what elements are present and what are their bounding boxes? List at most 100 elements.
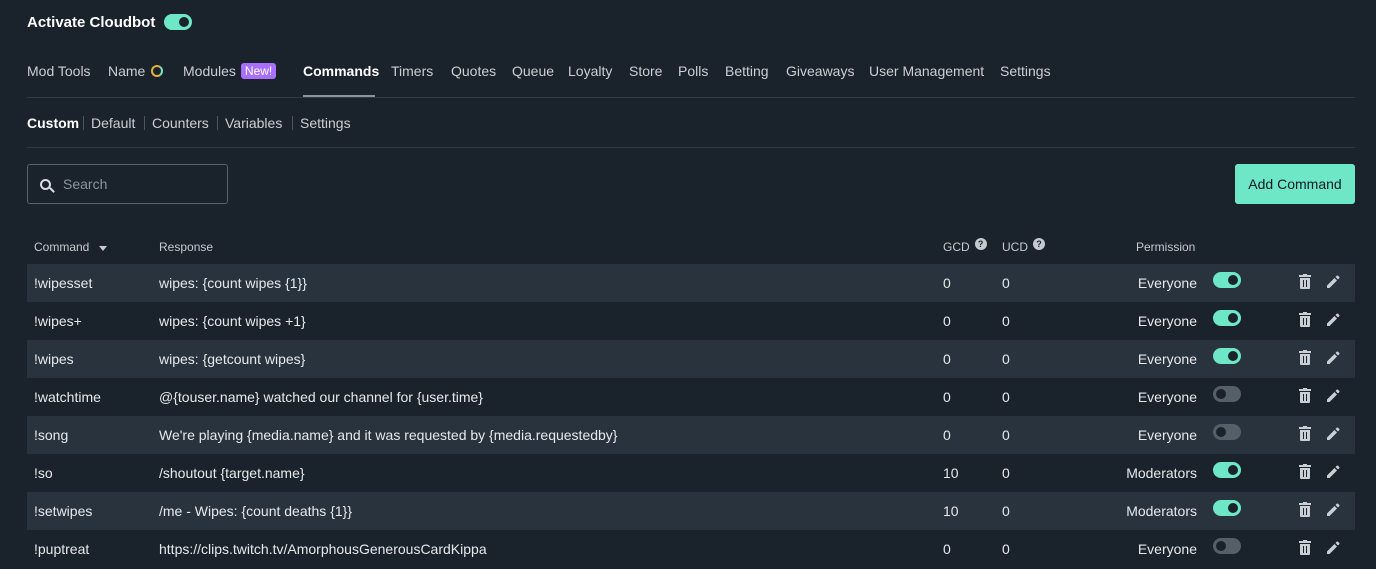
help-icon[interactable]: ? xyxy=(974,238,987,250)
toggle-knob xyxy=(179,17,190,27)
delete-button[interactable] xyxy=(1298,350,1312,366)
command-enabled-toggle[interactable] xyxy=(1213,310,1241,329)
subtab-settings[interactable]: Settings xyxy=(300,115,351,131)
edit-button[interactable] xyxy=(1325,274,1341,290)
command-gcd: 0 xyxy=(943,351,951,367)
command-enabled-toggle[interactable] xyxy=(1213,500,1241,519)
pencil-icon xyxy=(1327,541,1340,554)
pencil-icon xyxy=(1327,275,1340,288)
pencil-icon xyxy=(1327,427,1340,440)
delete-button[interactable] xyxy=(1298,388,1312,404)
table-header: Command Response GCD? UCD? Permission xyxy=(27,236,1355,262)
table-row: !watchtime @{touser.name} watched our ch… xyxy=(27,378,1355,416)
delete-button[interactable] xyxy=(1298,540,1312,556)
edit-button[interactable] xyxy=(1325,312,1341,328)
table-row: !wipesset wipes: {count wipes {1}} 0 0 E… xyxy=(27,264,1355,302)
trash-icon xyxy=(1298,502,1312,518)
tab-giveaways[interactable]: Giveaways xyxy=(786,63,854,79)
toggle-knob xyxy=(1228,351,1238,361)
tab-settings[interactable]: Settings xyxy=(1000,63,1051,79)
tab-label: Loyalty xyxy=(568,63,613,79)
divider xyxy=(292,116,293,130)
trash-icon xyxy=(1298,274,1312,290)
table-row: !puptreat https://clips.twitch.tv/Amorph… xyxy=(27,530,1355,568)
delete-button[interactable] xyxy=(1298,312,1312,328)
command-enabled-toggle[interactable] xyxy=(1213,462,1241,481)
command-enabled-toggle[interactable] xyxy=(1213,348,1241,367)
table-row: !song We're playing {media.name} and it … xyxy=(27,416,1355,454)
edit-button[interactable] xyxy=(1325,502,1341,518)
command-permission: Moderators xyxy=(1126,503,1197,519)
header-ucd: UCD? xyxy=(1002,238,1045,254)
delete-button[interactable] xyxy=(1298,464,1312,480)
toggle-knob xyxy=(1216,427,1226,437)
edit-button[interactable] xyxy=(1325,350,1341,366)
command-response: https://clips.twitch.tv/AmorphousGenerou… xyxy=(159,541,487,557)
tab-betting[interactable]: Betting xyxy=(725,63,769,79)
command-gcd: 10 xyxy=(943,503,959,519)
tab-queue[interactable]: Queue xyxy=(512,63,554,79)
command-name: !wipesset xyxy=(34,275,93,291)
help-icon[interactable]: ? xyxy=(1033,238,1045,250)
command-enabled-toggle[interactable] xyxy=(1213,272,1241,291)
pencil-icon xyxy=(1327,389,1340,402)
subtab-default[interactable]: Default xyxy=(91,115,135,131)
command-ucd: 0 xyxy=(1002,465,1010,481)
edit-button[interactable] xyxy=(1325,540,1341,556)
command-name: !wipes xyxy=(34,351,74,367)
command-enabled-toggle[interactable] xyxy=(1213,386,1241,405)
table-row: !wipes wipes: {getcount wipes} 0 0 Every… xyxy=(27,340,1355,378)
tab-user-management[interactable]: User Management xyxy=(869,63,984,79)
search-input[interactable] xyxy=(61,175,215,193)
tab-loyalty[interactable]: Loyalty xyxy=(568,63,612,79)
header-label: GCD xyxy=(943,240,970,254)
command-gcd: 0 xyxy=(943,389,951,405)
command-ucd: 0 xyxy=(1002,275,1010,291)
tab-quotes[interactable]: Quotes xyxy=(451,63,496,79)
command-enabled-toggle[interactable] xyxy=(1213,424,1241,443)
header-command[interactable]: Command xyxy=(34,240,108,254)
edit-button[interactable] xyxy=(1325,426,1341,442)
command-gcd: 0 xyxy=(943,313,951,329)
tab-label: Timers xyxy=(391,63,434,79)
tab-store[interactable]: Store xyxy=(629,63,662,79)
tab-modules[interactable]: Modules New! xyxy=(183,63,277,79)
edit-button[interactable] xyxy=(1325,464,1341,480)
tab-label: Name xyxy=(108,63,146,79)
tab-label: Queue xyxy=(512,63,555,79)
search-box[interactable] xyxy=(27,164,228,204)
subtab-variables[interactable]: Variables xyxy=(225,115,282,131)
pencil-icon xyxy=(1327,313,1340,326)
subtab-custom[interactable]: Custom xyxy=(27,115,79,131)
tab-timers[interactable]: Timers xyxy=(391,63,433,79)
command-gcd: 0 xyxy=(943,275,951,291)
command-gcd: 0 xyxy=(943,427,951,443)
tab-mod-tools[interactable]: Mod Tools xyxy=(27,63,91,79)
toggle-knob xyxy=(1228,465,1238,475)
command-response: @{touser.name} watched our channel for {… xyxy=(159,389,483,405)
divider xyxy=(83,116,84,130)
main-tabs: Mod Tools Name Modules New! Commands Time… xyxy=(27,57,1355,98)
trash-icon xyxy=(1298,464,1312,480)
delete-button[interactable] xyxy=(1298,274,1312,290)
activate-cloudbot-toggle[interactable] xyxy=(164,14,193,30)
divider xyxy=(217,116,218,130)
delete-button[interactable] xyxy=(1298,426,1312,442)
command-enabled-toggle[interactable] xyxy=(1213,538,1241,557)
header-label: Permission xyxy=(1136,240,1196,254)
command-name: !wipes+ xyxy=(34,313,82,329)
add-command-button[interactable]: Add Command xyxy=(1235,164,1355,204)
tab-label: User Management xyxy=(869,63,985,79)
command-ucd: 0 xyxy=(1002,313,1010,329)
tab-label: Mod Tools xyxy=(27,63,91,79)
trash-icon xyxy=(1298,426,1312,442)
subtab-counters[interactable]: Counters xyxy=(152,115,209,131)
tab-polls[interactable]: Polls xyxy=(678,63,708,79)
command-permission: Everyone xyxy=(1137,541,1197,557)
command-permission: Everyone xyxy=(1137,389,1197,405)
delete-button[interactable] xyxy=(1298,502,1312,518)
tab-name[interactable]: Name xyxy=(108,63,164,79)
tab-commands[interactable]: Commands xyxy=(303,63,379,79)
edit-button[interactable] xyxy=(1325,388,1341,404)
trash-icon xyxy=(1298,540,1312,556)
